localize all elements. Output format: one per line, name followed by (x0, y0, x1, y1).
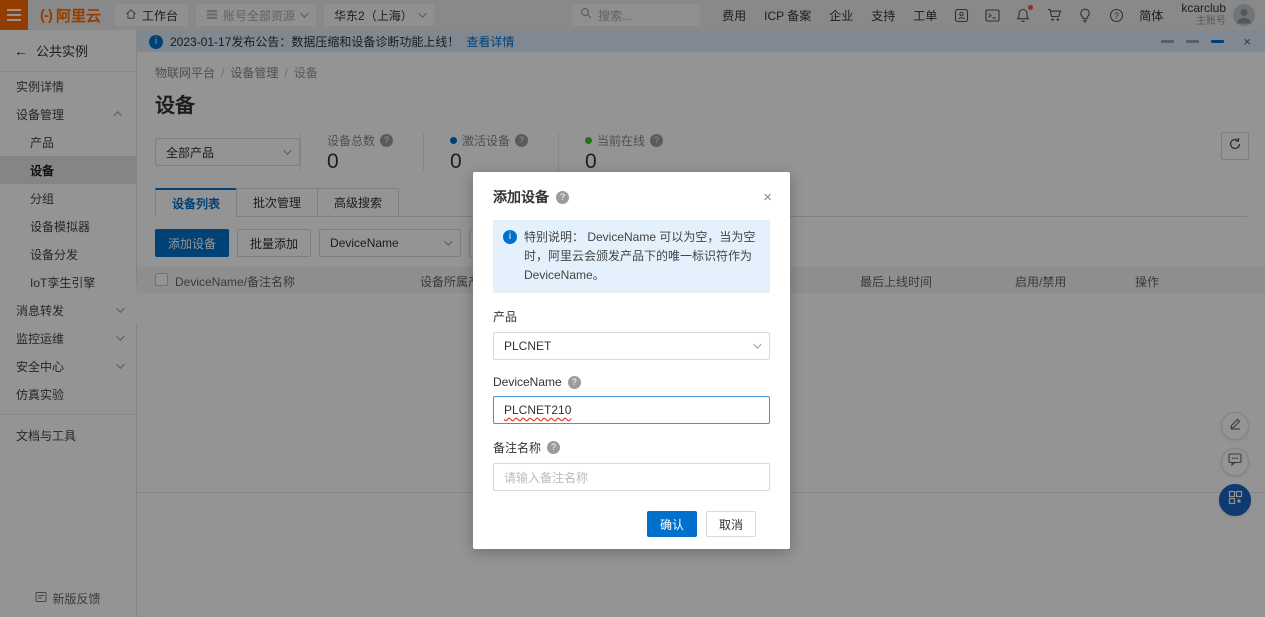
question-icon[interactable]: ? (547, 441, 560, 454)
devicename-input[interactable]: PLCNET210 (493, 396, 770, 424)
modal-close-icon[interactable]: × (763, 190, 772, 205)
note-input[interactable]: 请输入备注名称 (493, 463, 770, 491)
devicename-input-value: PLCNET210 (504, 403, 571, 417)
confirm-button[interactable]: 确认 (647, 511, 697, 537)
modal-title: 添加设备 (493, 187, 549, 207)
cancel-button[interactable]: 取消 (706, 511, 756, 537)
info-icon: i (503, 230, 517, 244)
note-input-placeholder: 请输入备注名称 (504, 469, 588, 486)
question-icon[interactable]: ? (556, 191, 569, 204)
note-field-label: 备注名称 ? (493, 439, 770, 456)
app-window: (-) 阿里云 工作台 账号全部资源 华东2（上海） 搜索... (0, 0, 1265, 617)
chevron-down-icon (753, 340, 761, 348)
product-field-label: 产品 (493, 308, 770, 325)
add-device-modal: 添加设备 ? × i 特别说明： DeviceName 可以为空，当为空时，阿里… (473, 172, 790, 549)
modal-notice-text: 特别说明： DeviceName 可以为空，当为空时，阿里云会颁发产品下的唯一标… (524, 228, 760, 285)
devicename-field-label: DeviceName ? (493, 375, 770, 389)
modal-notice: i 特别说明： DeviceName 可以为空，当为空时，阿里云会颁发产品下的唯… (493, 220, 770, 293)
product-select[interactable]: PLCNET (493, 332, 770, 360)
question-icon[interactable]: ? (568, 376, 581, 389)
product-select-value: PLCNET (504, 339, 551, 353)
